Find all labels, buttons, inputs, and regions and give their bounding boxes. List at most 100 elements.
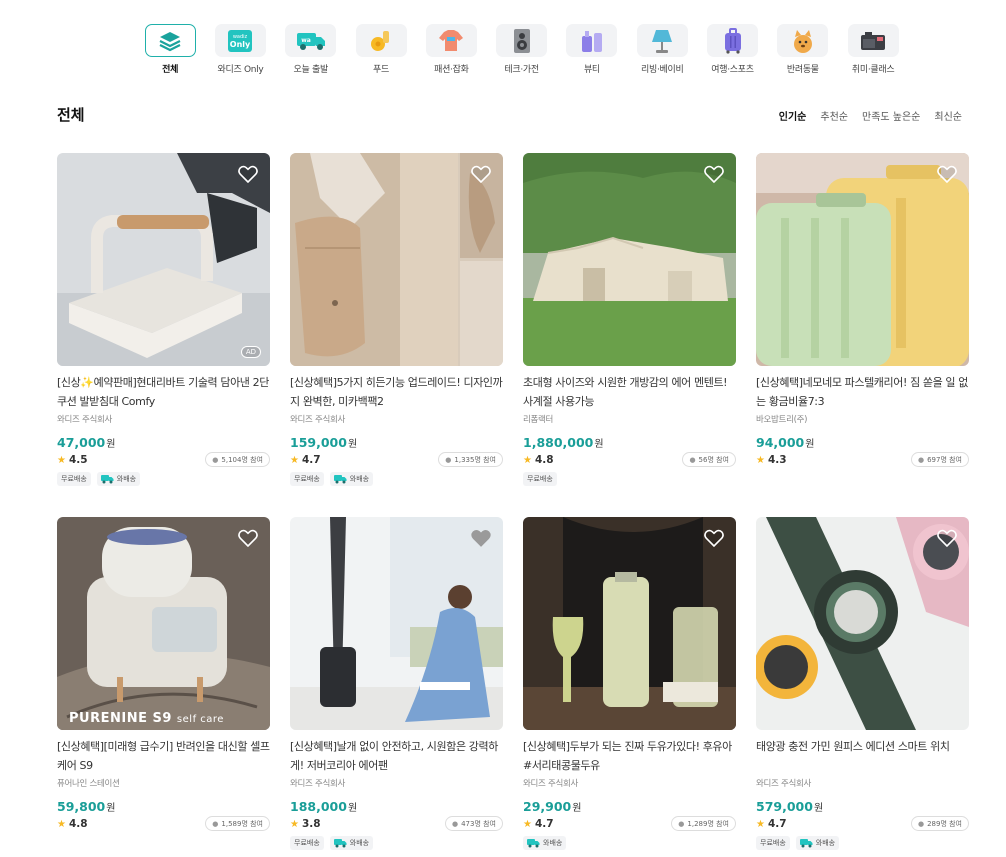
camera-icon	[847, 24, 899, 57]
section-title: 전체	[57, 106, 85, 124]
product-price: 1,880,000원	[523, 435, 604, 450]
participants-badge: ● 289명 참여	[910, 816, 969, 831]
svg-text:Only: Only	[230, 40, 251, 49]
beauty-icon	[566, 24, 618, 57]
layers-icon	[144, 24, 196, 57]
product-tags: 무료배송	[523, 472, 736, 486]
product-title[interactable]: 태양광 충전 가민 원피스 에디션 스마트 위치	[756, 737, 969, 775]
product-title[interactable]: [신상혜택]날개 없이 안전하고, 시원함은 강력하게! 저버코리아 에어팬	[290, 737, 503, 775]
product-rating: ★ 4.7	[290, 453, 321, 466]
product-price: 94,000원	[756, 435, 815, 450]
product-title[interactable]: [신상✨예약판매]현대리바트 기술력 담아낸 2단 쿠션 발받침대 Comfy	[57, 373, 270, 411]
category-tab-8[interactable]: 여행·스포츠	[697, 24, 767, 75]
product-tags: 무료배송 와배송	[57, 472, 270, 486]
product-title[interactable]: [신상혜택]네모네모 파스텔캐리어! 짐 쏟을 일 없는 황금비율7:3	[756, 373, 969, 411]
person-icon: ●	[212, 455, 219, 464]
category-tab-1[interactable]: wadiz Only 와디즈 Only	[205, 24, 275, 75]
product-grid: AD [신상✨예약판매]현대리바트 기술력 담아낸 2단 쿠션 발받침대 Comf…	[57, 153, 969, 857]
product-card[interactable]: [신상혜택]두부가 되는 진짜 두유가있다! 후유아 #서리태콩물두유와디즈 주…	[523, 517, 736, 857]
category-tab-5[interactable]: 테크·가전	[486, 24, 556, 75]
sort-option-2[interactable]: 만족도 높은순	[862, 108, 920, 123]
shipping-tag: 와배송	[329, 836, 374, 850]
product-image[interactable]	[756, 517, 969, 730]
product-image[interactable]	[523, 517, 736, 730]
shipping-tag: 와배송	[329, 472, 374, 486]
product-title[interactable]: [신상혜택][미래형 급수기] 반려인을 대신할 셀프케어 S9	[57, 737, 270, 775]
product-seller: 와디즈 주식회사	[290, 779, 346, 789]
shipping-tag: 무료배송	[290, 836, 324, 850]
participants-badge: ● 56명 참여	[682, 452, 736, 467]
product-card[interactable]: AD [신상✨예약판매]현대리바트 기술력 담아낸 2단 쿠션 발받침대 Comf…	[57, 153, 270, 517]
delivery-truck-icon: wa	[285, 24, 337, 57]
product-card[interactable]: [신상혜택]5가지 히든기능 업드레이드! 디자인까지 완벽한, 미카백팩2 와디…	[290, 153, 503, 517]
product-image[interactable]: PURENINE S9 self care	[57, 517, 270, 730]
shipping-tag: 무료배송	[57, 472, 91, 486]
person-icon: ●	[917, 819, 925, 828]
ad-badge: AD	[240, 346, 261, 358]
product-seller: 퓨어나인 스테이션	[57, 779, 120, 789]
shipping-tag: 무료배송	[523, 472, 557, 486]
participants-badge: ● 5,104명 참여	[205, 452, 270, 467]
shipping-tag: 와배송	[96, 472, 141, 486]
product-price: 47,000원	[57, 435, 116, 450]
product-tags: 무료배송 와배송	[290, 836, 503, 850]
category-label: 오늘 출발	[293, 65, 329, 75]
star-icon: ★	[57, 454, 66, 466]
product-rating: ★ 3.8	[290, 817, 321, 830]
product-image[interactable]: AD	[57, 153, 270, 366]
category-label: 테크·가전	[504, 65, 539, 75]
product-image[interactable]	[290, 153, 503, 366]
product-card[interactable]: [신상혜택]날개 없이 안전하고, 시원함은 강력하게! 저버코리아 에어팬와디…	[290, 517, 503, 857]
participants-badge: ● 1,289명 참여	[671, 816, 736, 831]
category-label: 취미·클래스	[851, 65, 895, 75]
category-tab-2[interactable]: wa 오늘 출발	[276, 24, 346, 75]
sort-options: 인기순 추천순 만족도 높은순 최신순	[779, 108, 962, 123]
shipping-tag: 와배송	[795, 836, 840, 850]
product-image[interactable]	[756, 153, 969, 366]
shipping-tag: 와배송	[523, 836, 567, 850]
product-tags: 무료배송 와배송	[290, 472, 503, 486]
star-icon: ★	[523, 818, 532, 830]
category-tab-4[interactable]: 패션·잡화	[416, 24, 486, 75]
product-image[interactable]	[523, 153, 736, 366]
sort-option-1[interactable]: 추천순	[820, 108, 848, 123]
product-tags: 무료배송 와배송	[756, 836, 969, 850]
product-image[interactable]	[290, 517, 503, 730]
product-title[interactable]: [신상혜택]5가지 히든기능 업드레이드! 디자인까지 완벽한, 미카백팩2	[290, 373, 503, 411]
person-icon: ●	[451, 819, 459, 828]
category-tab-6[interactable]: 뷰티	[557, 24, 627, 75]
product-title[interactable]: 초대형 사이즈와 시원한 개방감의 에어 멘텐트! 사계절 사용가능	[523, 373, 736, 411]
category-tab-3[interactable]: 푸드	[346, 24, 416, 75]
product-card[interactable]: [신상혜택]네모네모 파스텔캐리어! 짐 쏟을 일 없는 황금비율7:3 바오밥트…	[756, 153, 969, 517]
product-price: 159,000원	[290, 435, 358, 450]
sort-option-3[interactable]: 최신순	[934, 108, 962, 123]
category-label: 전체	[162, 65, 179, 75]
wadiz-only-icon: wadiz Only	[214, 24, 266, 57]
sort-option-0[interactable]: 인기순	[779, 108, 807, 123]
participants-badge: ● 1,589명 참여	[205, 816, 270, 831]
product-seller: 와디즈 주식회사	[290, 415, 346, 425]
shipping-tag: 무료배송	[756, 836, 790, 850]
product-rating: ★ 4.7	[523, 817, 554, 830]
suitcase-icon	[707, 24, 759, 57]
participants-badge: ● 473명 참여	[444, 816, 503, 831]
category-tab-9[interactable]: 반려동물	[768, 24, 838, 75]
delivery-truck-icon	[527, 838, 540, 847]
category-label: 여행·스포츠	[711, 65, 754, 75]
product-card[interactable]: 태양광 충전 가민 원피스 에디션 스마트 위치 와디즈 주식회사 579,000원…	[756, 517, 969, 857]
product-seller: 와디즈 주식회사	[756, 779, 812, 789]
product-card[interactable]: 초대형 사이즈와 시원한 개방감의 에어 멘텐트! 사계절 사용가능 리폼랙터 1,…	[523, 153, 736, 517]
product-tags: 와배송	[523, 836, 736, 850]
product-seller: 와디즈 주식회사	[523, 779, 579, 789]
category-tab-10[interactable]: 취미·클래스	[838, 24, 908, 75]
category-tab-0[interactable]: 전체	[135, 24, 205, 75]
category-tab-7[interactable]: 리빙·베이비	[627, 24, 697, 75]
participants-badge: ● 697명 참여	[910, 452, 969, 467]
fashion-icon	[425, 24, 477, 57]
product-card[interactable]: PURENINE S9 self care [신상혜택][미래형 급수기] 반려인…	[57, 517, 270, 857]
speaker-icon	[496, 24, 548, 57]
product-rating: ★ 4.5	[57, 453, 88, 466]
person-icon: ●	[689, 455, 696, 464]
pet-icon	[777, 24, 829, 57]
product-title[interactable]: [신상혜택]두부가 되는 진짜 두유가있다! 후유아 #서리태콩물두유	[523, 737, 736, 775]
